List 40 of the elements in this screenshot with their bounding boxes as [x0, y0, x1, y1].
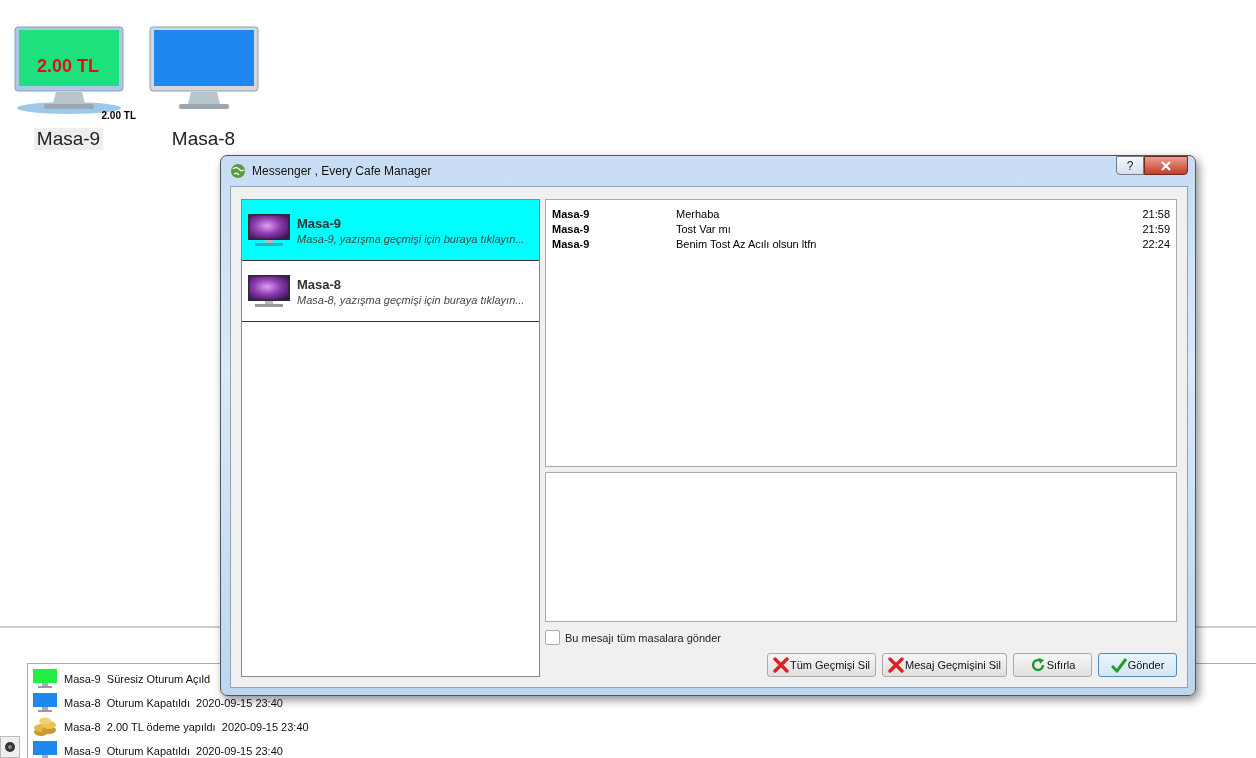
log-entry: Masa-9 Süresiz Oturum Açıld	[64, 673, 211, 685]
message-sender: Masa-9	[552, 237, 591, 250]
message-input[interactable]	[545, 472, 1177, 622]
message-text: Merhaba	[676, 207, 721, 220]
delete-button[interactable]: Mesaj Geçmişini Sil	[882, 653, 1007, 677]
lens-icon	[4, 741, 16, 753]
message-text: Tost Var mı	[676, 222, 732, 235]
refresh-icon	[1029, 657, 1046, 673]
amount-label: 2.00 TL	[101, 110, 136, 121]
message-text: Benim Tost Az Acılı olsun ltfn	[676, 237, 818, 250]
log-entry: Masa-8 Oturum Kapatıldı 2020-09-15 23:40	[64, 697, 283, 709]
message-time: 21:59	[1141, 222, 1170, 235]
icon-label[interactable]: Masa-8	[168, 128, 239, 150]
send-all-checkbox[interactable]	[545, 630, 560, 645]
contact-item[interactable]: Masa-8 Masa-8, yazışma geçmişi için buraya tıklayın...	[242, 261, 539, 322]
globe-icon	[230, 163, 246, 179]
message-time: 22:24	[1141, 237, 1170, 250]
cross-icon	[888, 657, 905, 673]
amount-text: 2.00 TL	[36, 56, 100, 77]
send-button[interactable]: Gönder	[1098, 653, 1177, 677]
monitor-icon	[247, 274, 291, 308]
monitor-icon	[247, 213, 291, 247]
icon-label[interactable]: Masa-9	[33, 128, 104, 150]
checkbox-label: Bu mesajı tüm masalara gönder	[565, 631, 721, 644]
message-sender: Masa-9	[552, 222, 591, 235]
cross-icon	[772, 657, 789, 673]
window-title: Messenger , Every Cafe Manager	[252, 164, 432, 178]
log-entry: Masa-9 Oturum Kapatıldı 2020-09-15 23:40	[64, 745, 283, 757]
close-button[interactable]	[1144, 156, 1188, 175]
message-sender: Masa-9	[552, 207, 591, 220]
close-icon	[1161, 160, 1171, 171]
log-entry: Masa-8 2.00 TL ödeme yapıldı 2020-09-15 23:40	[64, 721, 309, 733]
delete-button[interactable]: Tüm Geçmişi Sil	[766, 653, 877, 677]
reset-button[interactable]: Sıfırla	[1013, 653, 1092, 677]
help-button[interactable]: ?	[1116, 156, 1144, 175]
coins-icon	[32, 717, 58, 737]
checkmark-icon	[1110, 657, 1127, 673]
message-time: 21:58	[1141, 207, 1170, 220]
contact-item[interactable]: Masa-9 Masa-9, yazışma geçmişi için buraya tıklayın...	[242, 200, 539, 261]
camera-button[interactable]	[0, 736, 20, 758]
